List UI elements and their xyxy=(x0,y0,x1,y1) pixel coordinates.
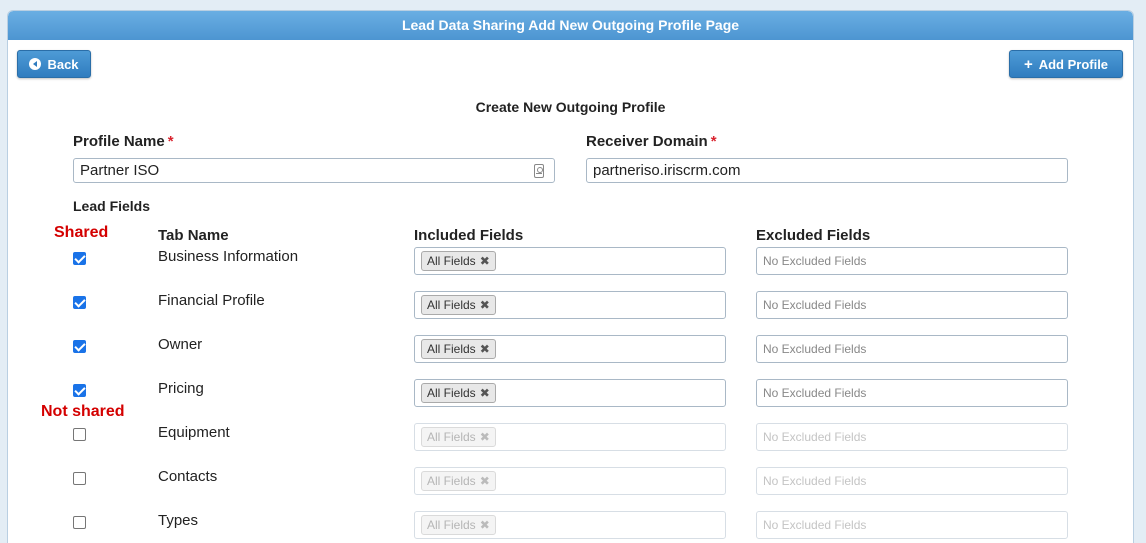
main-panel: Lead Data Sharing Add New Outgoing Profi… xyxy=(7,10,1134,543)
lead-fields-label: Lead Fields xyxy=(73,198,151,214)
table-row: Owner All Fields ✖ No Excluded Fields xyxy=(8,335,1133,379)
receiver-domain-label: Receiver Domain * xyxy=(586,133,717,150)
field-tag-label: All Fields xyxy=(427,430,476,444)
tab-name: Business Information xyxy=(158,248,299,265)
column-header-excluded: Excluded Fields xyxy=(756,227,871,244)
included-fields-select[interactable]: All Fields ✖ xyxy=(414,467,726,495)
remove-tag-icon[interactable]: ✖ xyxy=(480,340,490,358)
share-checkbox[interactable] xyxy=(73,516,86,529)
field-tag: All Fields ✖ xyxy=(421,471,496,491)
field-tag: All Fields ✖ xyxy=(421,295,496,315)
remove-tag-icon[interactable]: ✖ xyxy=(480,516,490,534)
share-checkbox[interactable] xyxy=(73,296,86,309)
included-fields-select[interactable]: All Fields ✖ xyxy=(414,511,726,539)
field-tag-label: All Fields xyxy=(427,518,476,532)
table-row: Financial Profile All Fields ✖ No Excluded … xyxy=(8,291,1133,335)
share-checkbox[interactable] xyxy=(73,384,86,397)
table-row: Pricing All Fields ✖ No Excluded Fields xyxy=(8,379,1133,423)
column-header-included: Included Fields xyxy=(414,227,524,244)
tab-name: Contacts xyxy=(158,468,218,485)
excluded-fields-select[interactable]: No Excluded Fields xyxy=(756,247,1068,275)
excluded-placeholder: No Excluded Fields xyxy=(763,254,867,268)
included-fields-select[interactable]: All Fields ✖ xyxy=(414,247,726,275)
remove-tag-icon[interactable]: ✖ xyxy=(480,428,490,446)
included-fields-select[interactable]: All Fields ✖ xyxy=(414,335,726,363)
table-row: Contacts All Fields ✖ No Excluded Fields xyxy=(8,467,1133,511)
table-row: Equipment All Fields ✖ No Excluded Fields xyxy=(8,423,1133,467)
back-button-label: Back xyxy=(47,56,79,72)
profile-name-input[interactable]: Partner ISO xyxy=(73,158,555,183)
shared-annotation: Shared xyxy=(54,224,109,241)
tab-name: Equipment xyxy=(158,424,230,441)
field-tag: All Fields ✖ xyxy=(421,383,496,403)
tab-name: Pricing xyxy=(158,380,204,397)
share-checkbox[interactable] xyxy=(73,252,86,265)
excluded-fields-select[interactable]: No Excluded Fields xyxy=(756,291,1068,319)
excluded-placeholder: No Excluded Fields xyxy=(763,518,867,532)
table-row: Types All Fields ✖ No Excluded Fields xyxy=(8,511,1133,543)
excluded-placeholder: No Excluded Fields xyxy=(763,298,867,312)
field-tag-label: All Fields xyxy=(427,254,476,268)
excluded-placeholder: No Excluded Fields xyxy=(763,342,867,356)
back-button[interactable]: Back xyxy=(17,50,91,78)
excluded-fields-select[interactable]: No Excluded Fields xyxy=(756,335,1068,363)
form-title: Create New Outgoing Profile xyxy=(475,99,666,115)
excluded-fields-select[interactable]: No Excluded Fields xyxy=(756,379,1068,407)
column-header-tab-name: Tab Name xyxy=(158,227,229,244)
excluded-fields-select[interactable]: No Excluded Fields xyxy=(756,467,1068,495)
field-tag: All Fields ✖ xyxy=(421,515,496,535)
table-row: Business Information All Fields ✖ No Exclud… xyxy=(8,247,1133,291)
field-tag-label: All Fields xyxy=(427,386,476,400)
required-mark: * xyxy=(710,133,717,150)
share-checkbox[interactable] xyxy=(73,472,86,485)
add-profile-label: Add Profile xyxy=(1038,56,1109,72)
remove-tag-icon[interactable]: ✖ xyxy=(480,384,490,402)
share-checkbox[interactable] xyxy=(73,340,86,353)
excluded-placeholder: No Excluded Fields xyxy=(763,430,867,444)
field-tag-label: All Fields xyxy=(427,342,476,356)
back-arrow-icon xyxy=(29,58,42,70)
excluded-placeholder: No Excluded Fields xyxy=(763,386,867,400)
remove-tag-icon[interactable]: ✖ xyxy=(480,252,490,270)
profile-name-label: Profile Name * xyxy=(73,133,174,150)
share-checkbox[interactable] xyxy=(73,428,86,441)
tab-name: Types xyxy=(158,512,199,529)
field-tag-label: All Fields xyxy=(427,298,476,312)
receiver-domain-input[interactable]: partneriso.iriscrm.com xyxy=(586,158,1068,183)
field-tag: All Fields ✖ xyxy=(421,427,496,447)
excluded-fields-select[interactable]: No Excluded Fields xyxy=(756,511,1068,539)
required-mark: * xyxy=(167,133,174,150)
field-tag-label: All Fields xyxy=(427,474,476,488)
included-fields-select[interactable]: All Fields ✖ xyxy=(414,379,726,407)
field-tag: All Fields ✖ xyxy=(421,251,496,271)
included-fields-select[interactable]: All Fields ✖ xyxy=(414,291,726,319)
field-tag: All Fields ✖ xyxy=(421,339,496,359)
included-fields-select[interactable]: All Fields ✖ xyxy=(414,423,726,451)
remove-tag-icon[interactable]: ✖ xyxy=(480,472,490,490)
page-header: Lead Data Sharing Add New Outgoing Profi… xyxy=(8,11,1133,40)
excluded-placeholder: No Excluded Fields xyxy=(763,474,867,488)
excluded-fields-select[interactable]: No Excluded Fields xyxy=(756,423,1068,451)
plus-icon: + xyxy=(1023,55,1033,73)
tab-name: Financial Profile xyxy=(158,292,265,309)
remove-tag-icon[interactable]: ✖ xyxy=(480,296,490,314)
contact-card-icon[interactable] xyxy=(534,164,544,178)
tab-name: Owner xyxy=(158,336,203,353)
add-profile-button[interactable]: + Add Profile xyxy=(1009,50,1123,78)
